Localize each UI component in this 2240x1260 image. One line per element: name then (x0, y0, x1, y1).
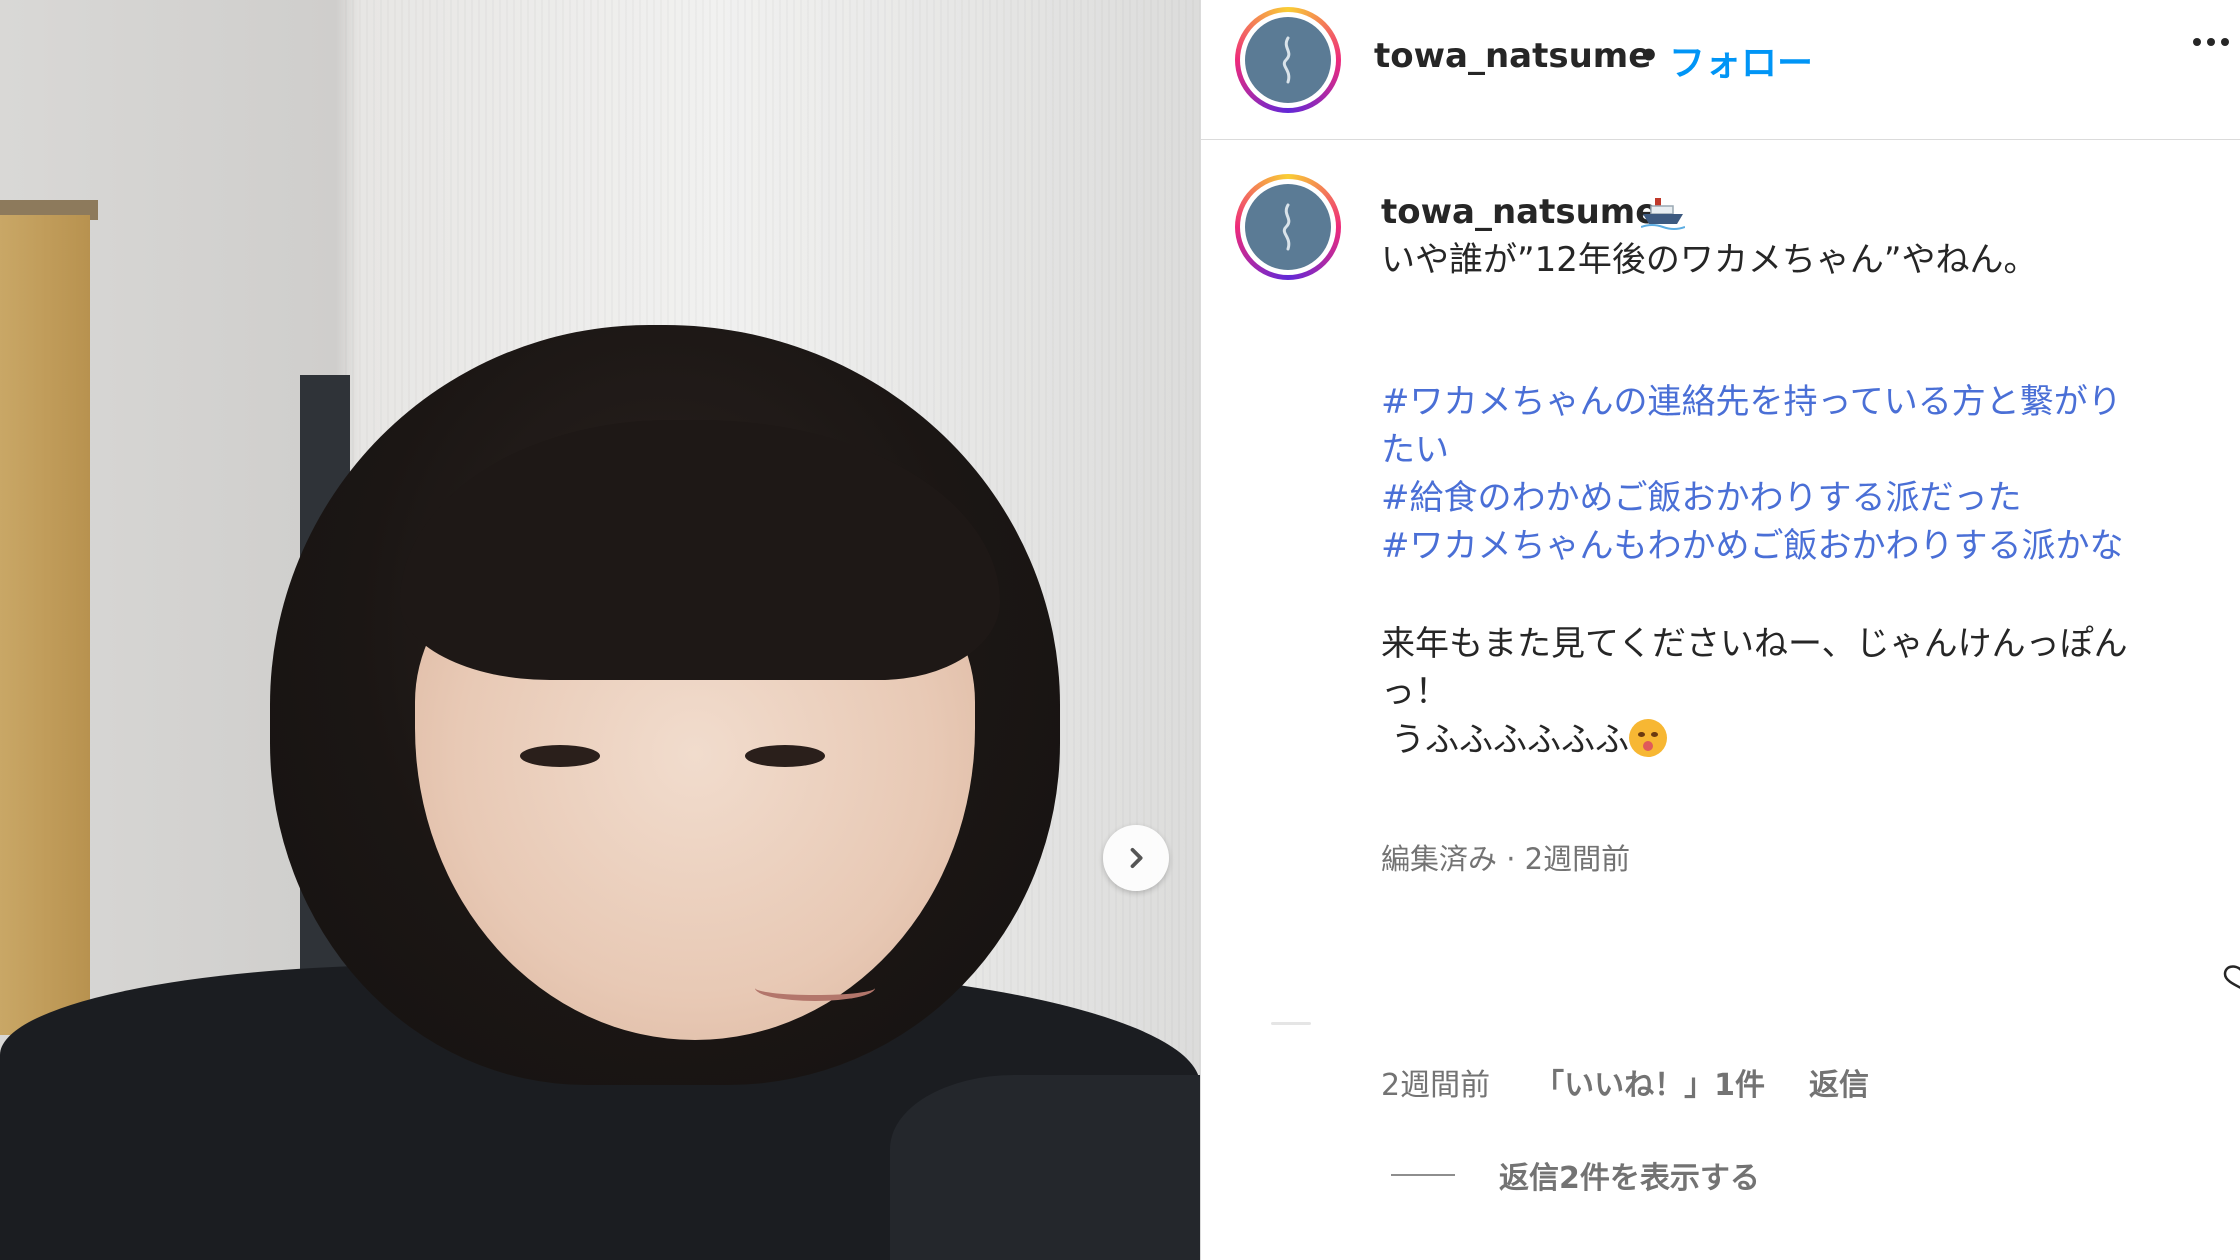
reply-button[interactable]: 返信 (1809, 1060, 1869, 1104)
hashtag-link[interactable]: たい (1381, 426, 2211, 474)
hashtag-link[interactable]: #ワカメちゃんもわかめご飯おかわりする派かな (1381, 522, 2211, 570)
avatar-image (1245, 17, 1331, 103)
avatar-logo-icon (1282, 36, 1291, 84)
person-eye-left (520, 745, 600, 767)
post-author-username[interactable]: towa_natsume (1374, 36, 1651, 76)
view-replies-button[interactable]: 返信2件を表示する (1391, 1153, 1760, 1197)
heart-outline-icon[interactable] (2219, 962, 2240, 994)
person-mouth (755, 975, 875, 1001)
door (0, 215, 90, 1035)
hashtag-link[interactable]: #給食のわかめご飯おかわりする派だった (1381, 474, 2211, 522)
ellipsis-icon (2193, 38, 2229, 46)
more-options-icon[interactable] (2191, 22, 2231, 73)
hashtag-list: #ワカメちゃんの連絡先を持っている方と繋がり たい #給食のわかめご飯おかわりす… (1381, 378, 2211, 570)
caption-author-avatar[interactable] (1235, 174, 1341, 280)
person-arm (890, 1075, 1200, 1260)
header-separator: • (1638, 36, 1660, 76)
comment-avatar-edge (1271, 1022, 1311, 1025)
avatar-logo-icon (1282, 203, 1291, 251)
post-side-panel: towa_natsume • フォロー towa_natsume いや誰が”12… (1200, 0, 2240, 1260)
caption-line: っ！ (1381, 672, 1449, 712)
blushing-face-emoji-icon (1629, 719, 1667, 757)
comment-likes[interactable]: 「いいね！」1件 (1534, 1060, 1765, 1104)
post-photo (0, 0, 1200, 1260)
caption-username[interactable]: towa_natsume (1381, 192, 1658, 232)
person-eye-right (745, 745, 825, 767)
view-replies-label: 返信2件を表示する (1499, 1161, 1760, 1196)
post-header: towa_natsume • フォロー (1201, 0, 2240, 140)
follow-button[interactable]: フォロー (1669, 34, 1813, 86)
chevron-right-icon (1130, 847, 1143, 869)
avatar-image (1245, 184, 1331, 270)
replies-divider (1391, 1174, 1455, 1176)
post-author-avatar[interactable] (1235, 7, 1341, 113)
post-meta: 編集済み · 2週間前 (1381, 842, 1631, 876)
caption-body: 来年もまた見てくださいねー、じゃんけんっぽん っ！ うふふふふふふ (1381, 620, 2221, 764)
next-photo-button[interactable] (1103, 825, 1169, 891)
ship-emoji-icon (1640, 192, 1686, 236)
comment-actions: 2週間前 「いいね！」1件 返信 (1381, 1060, 1869, 1104)
caption-text: いや誰が”12年後のワカメちゃん”やねん。 (1381, 240, 2038, 280)
caption-line: うふふふふふふ (1391, 720, 1629, 760)
hashtag-link[interactable]: #ワカメちゃんの連絡先を持っている方と繋がり (1381, 378, 2211, 426)
comment-time: 2週間前 (1381, 1068, 1491, 1103)
caption-line: 来年もまた見てくださいねー、じゃんけんっぽん (1381, 624, 2128, 664)
